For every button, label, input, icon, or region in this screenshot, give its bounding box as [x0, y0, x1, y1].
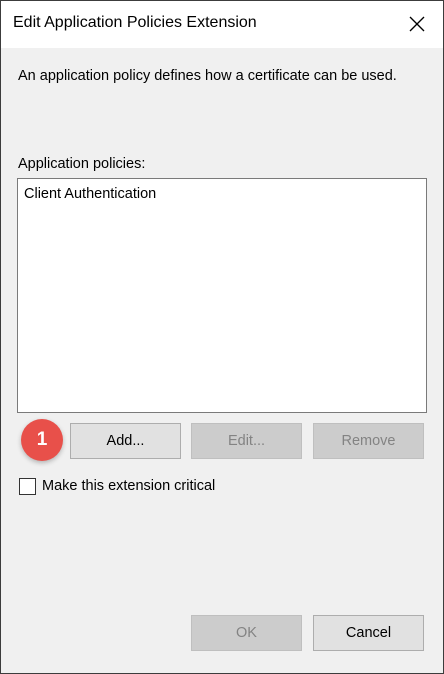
title-bar: Edit Application Policies Extension — [1, 1, 443, 48]
critical-checkbox-label[interactable]: Make this extension critical — [42, 478, 215, 494]
ok-button[interactable]: OK — [191, 615, 302, 651]
critical-checkbox[interactable] — [19, 478, 36, 495]
step-callout-badge: 1 — [21, 419, 63, 461]
close-button[interactable] — [399, 7, 435, 41]
step-number: 1 — [36, 429, 48, 450]
policy-description: An application policy defines how a cert… — [18, 68, 397, 84]
dialog-title: Edit Application Policies Extension — [13, 14, 257, 31]
cancel-button[interactable]: Cancel — [313, 615, 424, 651]
edit-application-policies-dialog: Edit Application Policies Extension An a… — [0, 0, 444, 674]
edit-button[interactable]: Edit... — [191, 423, 302, 459]
list-item[interactable]: Client Authentication — [24, 186, 156, 202]
add-button[interactable]: Add... — [70, 423, 181, 459]
application-policies-list[interactable]: Client Authentication — [17, 178, 427, 413]
application-policies-label: Application policies: — [18, 156, 146, 172]
close-icon — [409, 16, 425, 32]
remove-button[interactable]: Remove — [313, 423, 424, 459]
